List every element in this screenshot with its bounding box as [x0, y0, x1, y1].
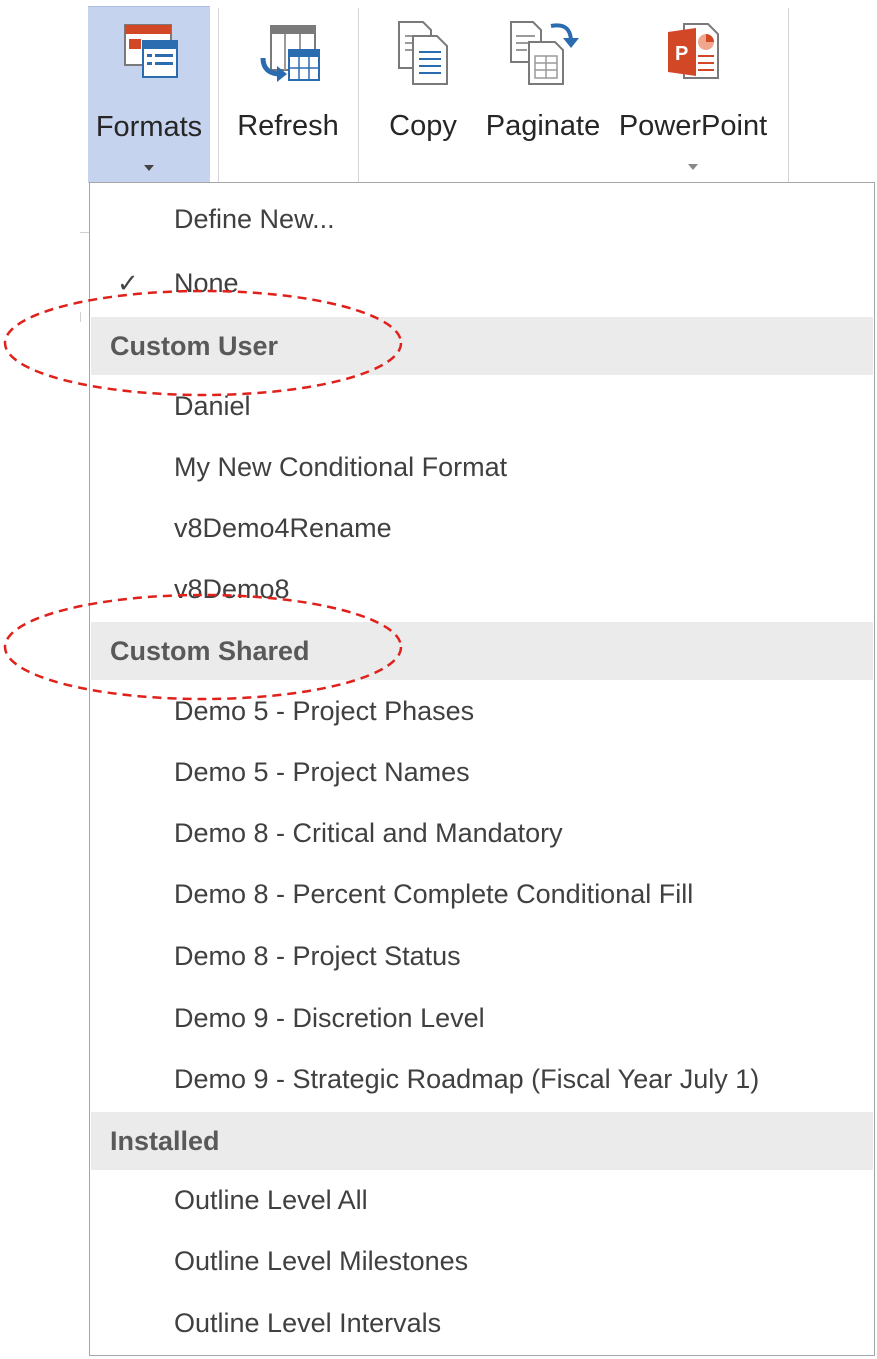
- powerpoint-label: PowerPoint: [618, 110, 768, 142]
- ribbon: Formats Refresh Copy Paginate P PowerPoi…: [0, 0, 877, 185]
- refresh-label: Refresh: [237, 110, 339, 142]
- menu-item[interactable]: Outline Level Intervals: [91, 1294, 873, 1352]
- ribbon-separator: [218, 8, 219, 182]
- menu-item[interactable]: Demo 5 - Project Names: [91, 743, 873, 801]
- menu-item-label: Demo 8 - Critical and Mandatory: [174, 818, 563, 848]
- menu-item-label: Demo 9 - Discretion Level: [174, 1003, 485, 1033]
- menu-item-define-new[interactable]: Define New...: [91, 190, 873, 248]
- menu-item-label: Define New...: [174, 204, 335, 234]
- conditional-formats-icon: [117, 19, 181, 88]
- refresh-table-icon: [255, 18, 321, 93]
- menu-item[interactable]: Demo 8 - Critical and Mandatory: [91, 804, 873, 862]
- chevron-down-icon: [144, 165, 154, 171]
- refresh-button[interactable]: Refresh: [224, 6, 352, 182]
- menu-item[interactable]: Demo 8 - Project Status: [91, 927, 873, 985]
- copy-icon: [393, 18, 453, 93]
- menu-item-label: My New Conditional Format: [174, 452, 508, 482]
- formats-button[interactable]: Formats: [88, 6, 210, 183]
- paginate-button[interactable]: Paginate: [477, 6, 609, 182]
- ribbon-separator: [358, 8, 359, 182]
- copy-label: Copy: [389, 110, 457, 142]
- menu-item-label: Outline Level Milestones: [174, 1246, 469, 1276]
- group-header-installed: Installed: [91, 1112, 873, 1170]
- menu-item-label: Demo 8 - Project Status: [174, 941, 461, 971]
- menu-item-label: v8Demo4Rename: [174, 513, 392, 543]
- menu-item[interactable]: v8Demo4Rename: [91, 499, 873, 557]
- menu-item-label: Outline Level All: [174, 1185, 368, 1215]
- menu-item[interactable]: Outline Level Milestones: [91, 1232, 873, 1290]
- menu-item-label: Outline Level Intervals: [174, 1308, 442, 1338]
- menu-item-label: Demo 5 - Project Names: [174, 757, 470, 787]
- menu-item-label: Demo 9 - Strategic Roadmap (Fiscal Year …: [174, 1064, 760, 1094]
- menu-item[interactable]: Demo 9 - Discretion Level: [91, 989, 873, 1047]
- menu-item[interactable]: My New Conditional Format: [91, 438, 873, 496]
- menu-item[interactable]: Outline Level All: [91, 1171, 873, 1229]
- group-header-label: Installed: [110, 1126, 220, 1156]
- powerpoint-icon: P: [662, 18, 724, 93]
- chevron-down-icon: [688, 164, 698, 170]
- menu-item[interactable]: Demo 8 - Percent Complete Conditional Fi…: [91, 865, 873, 923]
- paginate-label: Paginate: [485, 110, 601, 142]
- copy-button[interactable]: Copy: [380, 6, 466, 182]
- menu-item[interactable]: Demo 9 - Strategic Roadmap (Fiscal Year …: [91, 1050, 873, 1108]
- annotation-ellipse-custom-user: [3, 289, 403, 397]
- svg-text:P: P: [675, 43, 688, 65]
- paginate-icon: [505, 18, 581, 93]
- ribbon-separator: [788, 8, 789, 182]
- powerpoint-button[interactable]: P PowerPoint: [612, 6, 774, 182]
- menu-item-label: Demo 8 - Percent Complete Conditional Fi…: [174, 879, 694, 909]
- formats-label: Formats: [95, 111, 203, 143]
- annotation-ellipse-custom-shared: [3, 593, 403, 701]
